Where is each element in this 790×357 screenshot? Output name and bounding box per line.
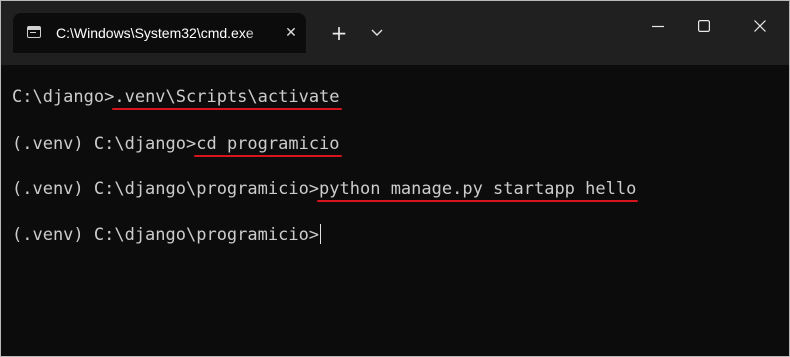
command-text: .venv\Scripts\activate: [114, 87, 340, 107]
tab-cmd[interactable]: C:\Windows\System32\cmd.exe ✕: [13, 13, 306, 53]
maximize-icon: [698, 20, 710, 32]
close-icon: [754, 20, 766, 32]
terminal-line: (.venv) C:\django\programicio>python man…: [12, 177, 636, 201]
prompt: C:\django>: [12, 87, 115, 107]
prompt: (.venv) C:\django\programicio>: [12, 225, 320, 245]
terminal-line: C:\django>.venv\Scripts\activate: [12, 85, 340, 109]
tab-dropdown-button[interactable]: [363, 19, 391, 47]
minimize-icon: [652, 25, 664, 28]
close-window-button[interactable]: [737, 1, 783, 51]
title-bar: C:\Windows\System32\cmd.exe ✕ +: [1, 1, 789, 65]
plus-icon: +: [330, 21, 348, 45]
command-text: python manage.py startapp hello: [319, 179, 637, 199]
prompt: (.venv) C:\django>: [12, 134, 197, 154]
new-tab-button[interactable]: +: [323, 19, 355, 47]
minimize-button[interactable]: [635, 1, 681, 51]
tab-title: C:\Windows\System32\cmd.exe: [56, 25, 254, 41]
maximize-button[interactable]: [681, 1, 727, 51]
prompt: (.venv) C:\django\programicio>: [12, 179, 320, 199]
terminal-output[interactable]: C:\django>.venv\Scripts\activate (.venv)…: [1, 65, 789, 356]
tab-close-button[interactable]: ✕: [281, 23, 301, 43]
command-text: cd programicio: [196, 134, 340, 154]
terminal-line: (.venv) C:\django>cd programicio: [12, 132, 340, 156]
terminal-input-line[interactable]: (.venv) C:\django\programicio>: [12, 223, 322, 247]
text-cursor: [320, 224, 322, 244]
terminal-app-icon: [27, 26, 41, 38]
chevron-down-icon: [371, 29, 383, 36]
terminal-window: C:\Windows\System32\cmd.exe ✕ + C:\djang…: [0, 0, 790, 357]
